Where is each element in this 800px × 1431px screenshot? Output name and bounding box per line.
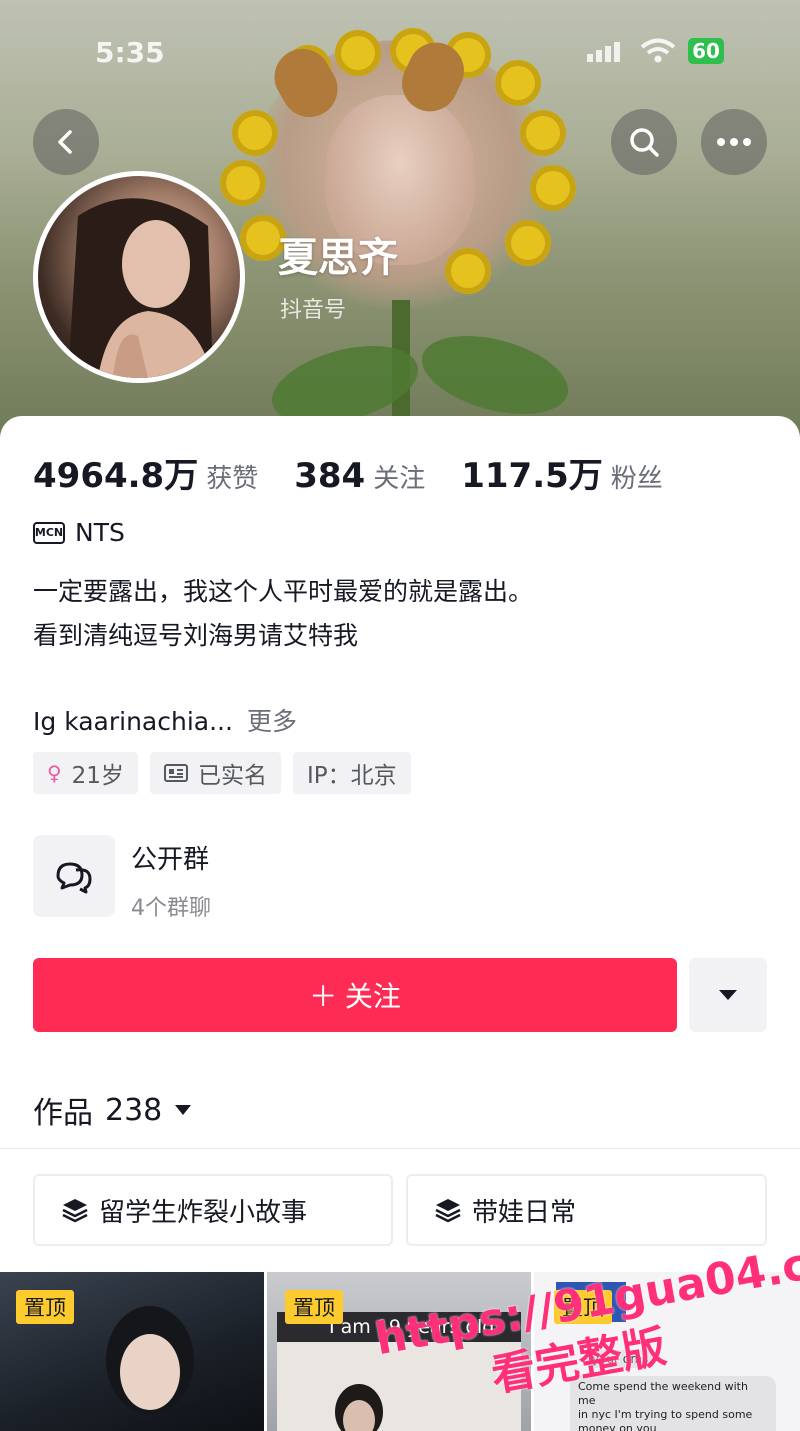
ellipsis-icon — [717, 138, 751, 146]
battery-indicator: 60 — [688, 38, 724, 64]
collection-chip[interactable]: 带娃日常 — [406, 1174, 767, 1246]
cover-petal — [335, 30, 381, 76]
chat-line: in nyc I'm trying to spend some — [578, 1408, 753, 1421]
more-options-button[interactable] — [701, 109, 767, 175]
pinned-badge: 置顶 — [16, 1290, 74, 1324]
status-time: 5:35 — [95, 36, 165, 69]
cover-petal — [520, 110, 566, 156]
cover-petal — [530, 165, 576, 211]
caret-down-icon — [175, 1105, 192, 1115]
group-title: 公开群 — [131, 845, 210, 875]
caret-down-icon — [719, 990, 737, 1000]
works-tab[interactable]: 作品 238 — [33, 1088, 192, 1132]
douyin-id-label: 抖音号 — [280, 298, 347, 323]
ip-text: IP：北京 — [306, 763, 397, 789]
group-subtitle: 4个群聊 — [131, 896, 211, 921]
female-icon: ♀ — [47, 761, 62, 785]
back-button[interactable] — [33, 109, 99, 175]
chevron-left-icon — [58, 130, 72, 154]
mcn-name: NTS — [75, 518, 125, 547]
bio-line-1: 一定要露出，我这个人平时最爱的就是露出。 — [33, 577, 534, 606]
cover-petal — [445, 248, 491, 294]
pinned-badge: 置顶 — [285, 1290, 343, 1324]
search-icon — [630, 128, 659, 157]
divider — [0, 1148, 800, 1149]
recommend-dropdown-button[interactable] — [689, 958, 767, 1032]
id-card-icon — [163, 764, 188, 782]
follow-button[interactable]: ＋ 关注 — [33, 958, 677, 1032]
public-group-entry[interactable]: 公开群 4个群聊 — [33, 835, 211, 922]
profile-tags: ♀ 21岁 已实名 IP：北京 — [33, 752, 411, 794]
age-text: 21岁 — [71, 763, 124, 789]
expand-bio-link[interactable]: 更多 — [247, 707, 297, 736]
bio-line-2: 看到清纯逗号刘海男请艾特我 — [33, 621, 359, 650]
wifi-icon — [640, 38, 676, 64]
mcn-row[interactable]: MCN NTS — [33, 518, 125, 547]
video-thumbnail[interactable]: 置顶 — [0, 1272, 264, 1431]
collection-label: 留学生炸裂小故事 — [99, 1197, 308, 1228]
cover-leaf — [413, 321, 577, 429]
search-button[interactable] — [611, 109, 677, 175]
collection-chip[interactable]: 留学生炸裂小故事 — [33, 1174, 393, 1246]
likes-label: 获赞 — [206, 464, 259, 494]
chat-bubbles-icon — [56, 862, 92, 894]
following-label[interactable]: 关注 — [373, 458, 425, 495]
followers-count[interactable]: 117.5万 — [461, 448, 603, 497]
layers-icon — [62, 1199, 88, 1223]
works-count: 238 — [105, 1092, 163, 1128]
cover-petal — [220, 160, 266, 206]
profile-stats: 4964.8万 获赞 384 关注 117.5万 粉丝 — [33, 448, 699, 497]
layers-icon — [435, 1199, 461, 1223]
following-count[interactable]: 384 — [294, 456, 365, 496]
age-tag: ♀ 21岁 — [33, 752, 138, 794]
followers-label[interactable]: 粉丝 — [611, 458, 663, 495]
cover-petal — [495, 60, 541, 106]
likes-count: 4964.8万 — [33, 456, 199, 496]
avatar-photo — [68, 198, 213, 378]
bio-link: Ig kaarinachia... — [33, 707, 233, 736]
chat-line: money on you — [578, 1422, 657, 1431]
signal-icon — [585, 40, 625, 62]
verified-text: 已实名 — [197, 763, 267, 789]
mcn-icon: MCN — [33, 521, 65, 544]
ip-tag: IP：北京 — [292, 752, 411, 794]
works-label: 作品 — [33, 1096, 93, 1131]
cover-petal — [505, 220, 551, 266]
profile-name: 夏思齐 — [278, 235, 398, 281]
bio-link-row: Ig kaarinachia... 更多 — [33, 702, 297, 738]
avatar[interactable] — [33, 171, 245, 383]
cover-petal — [232, 110, 278, 156]
group-icon-box — [33, 835, 115, 917]
verified-tag: 已实名 — [149, 752, 281, 794]
collection-label: 带娃日常 — [472, 1197, 577, 1228]
